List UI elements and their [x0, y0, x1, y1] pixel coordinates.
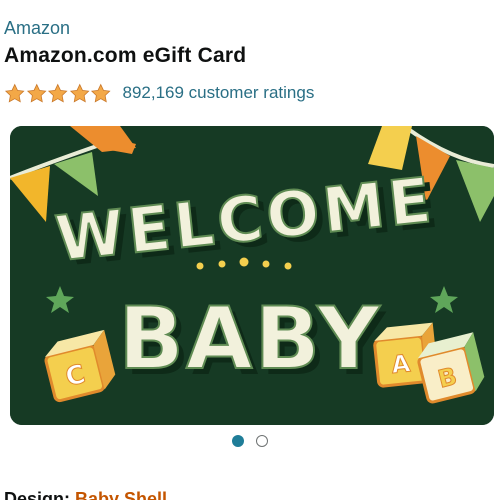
star-rating[interactable] — [4, 83, 112, 104]
rating-row[interactable]: 892,169 customer ratings — [4, 81, 314, 105]
star-icon — [47, 83, 68, 102]
brand-link[interactable]: Amazon — [4, 18, 70, 39]
star-icon — [69, 83, 90, 102]
star-icon — [4, 83, 25, 102]
design-value: Baby Shell — [75, 489, 168, 500]
carousel-dot[interactable] — [256, 435, 268, 447]
carousel-dot-active[interactable] — [232, 435, 244, 447]
product-title: Amazon.com eGift Card — [4, 44, 247, 67]
star-icon — [26, 83, 47, 102]
carousel-indicator — [0, 435, 500, 449]
baby-text: BABY — [118, 289, 381, 389]
design-label: Design: — [4, 489, 71, 500]
star-icon — [90, 83, 111, 102]
design-row: Design: Baby Shell — [4, 489, 167, 500]
svg-text:A: A — [390, 349, 412, 379]
ratings-count-link[interactable]: 892,169 customer ratings — [123, 83, 315, 103]
product-image[interactable]: WELCOME WELCOME BABY BABY C A B — [10, 126, 494, 425]
